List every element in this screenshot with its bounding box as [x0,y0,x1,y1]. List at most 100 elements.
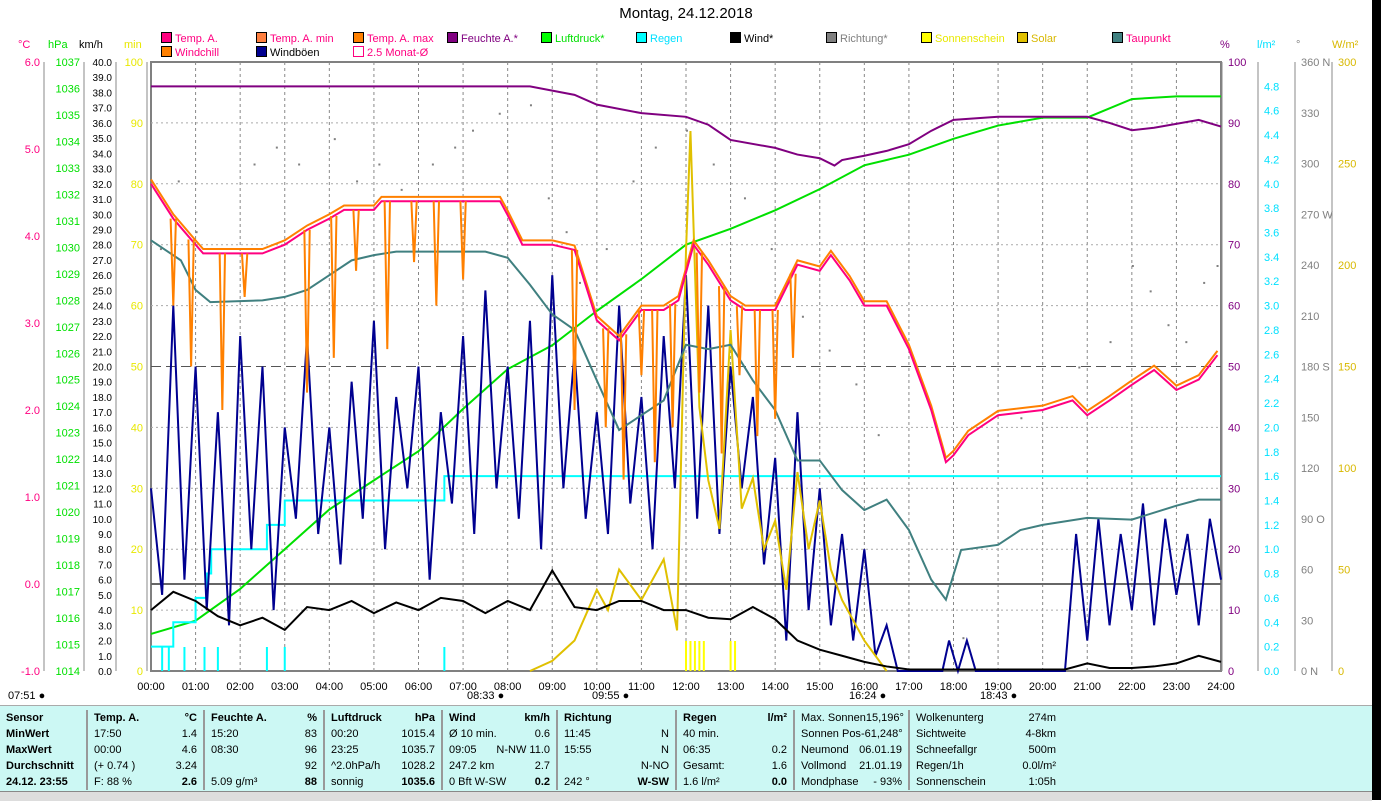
stats-cell: 1035.7 [401,744,435,756]
x-tick-label: 15:00 [806,681,834,693]
stats-cell: 0 Bft W-SW [449,776,507,788]
axis-tick-rain: 2.6 [1264,349,1279,361]
sun-time-label: 08:33 ● [467,690,505,702]
axis-tick-min: 100 [125,57,143,69]
axis-tick-rain: 0.2 [1264,642,1279,654]
stats-row: 00:20 1015.4 [331,726,435,742]
axis-tick-hpa: 1023 [56,428,80,440]
axis-tick-kmh: 7.0 [98,560,112,571]
stats-cell: ^2.0hPa/h [331,760,381,772]
stats-row: 247.2 km 2.7 [449,758,550,774]
stats-cell: 274m [1028,712,1056,724]
stats-row: Neumond 06.01.19 [801,742,902,758]
axis-tick-wm2: 250 [1338,159,1356,171]
axis-tick-deg: 270 W [1301,209,1333,221]
stats-cell: 06.01.19 [859,744,902,756]
axis-tick-rain: 1.6 [1264,471,1279,483]
axis-tick-kmh: 24.0 [93,302,113,313]
stats-cell: Regen [683,712,717,724]
axis-tick-kmh: 6.0 [98,576,112,587]
axis-tick-rain: 4.2 [1264,154,1279,166]
axis-tick-rain: 4.6 [1264,106,1279,118]
axis-tick-hpa: 1022 [56,454,80,466]
axis-tick-pct: 90 [1228,118,1240,130]
axis-tick-kmh: 5.0 [98,591,112,602]
axis-tick-min: 40 [131,422,143,434]
stats-cell: Wolkenunterg [916,712,984,724]
stats-row: Regen l/m² [683,710,787,726]
axis-tick-hpa: 1031 [56,216,80,228]
x-tick-label: 14:00 [761,681,789,693]
stats-cell: 08:30 [211,744,239,756]
direction-point [743,197,746,200]
stats-cell: Gesamt: [683,760,725,772]
axis-tick-kmh: 21.0 [93,347,113,358]
axis-tick-hpa: 1036 [56,83,80,95]
stats-cell: Sonnenschein [916,776,986,788]
axis-tick-kmh: 27.0 [93,256,113,267]
direction-point [1109,341,1112,344]
stats-row: 24.12. 23:55 [6,774,80,790]
axis-tick-kmh: 2.0 [98,637,112,648]
axis-tick-wm2: 50 [1338,565,1350,577]
axis-tick-hpa: 1020 [56,507,80,519]
stats-cell: 06:35 [683,744,711,756]
direction-point [1167,324,1170,327]
axis-tick-kmh: 33.0 [93,165,113,176]
stats-cell: Schneefallgr [916,744,978,756]
stats-row: 06:35 0.2 [683,742,787,758]
axis-tick-hpa: 1017 [56,587,80,599]
stats-cell: N-NW 11.0 [496,744,550,756]
axis-tick-kmh: 32.0 [93,180,113,191]
x-tick-label: 24:00 [1207,681,1235,693]
x-tick-label: 01:00 [182,681,210,693]
stats-cell: °C [184,712,197,724]
axis-tick-kmh: 14.0 [93,454,113,465]
axis-tick-kmh: 31.0 [93,195,113,206]
axis-tick-hpa: 1026 [56,348,80,360]
stats-row: Luftdruck hPa [331,710,435,726]
axis-tick-pct: 30 [1228,483,1240,495]
x-tick-label: 04:00 [316,681,344,693]
axis-tick-rain: 0.6 [1264,593,1279,605]
axis-tick-temp: 2.0 [25,405,40,417]
stats-row: 17:50 1.4 [94,726,197,742]
axis-tick-kmh: 0.0 [98,667,112,678]
stats-cell: 0.6 [534,728,550,740]
stats-row: 92 [211,758,317,774]
stats-cell: Max. Sonnen [801,712,866,724]
axis-tick-kmh: 26.0 [93,271,113,282]
stats-cell: 40 min. [683,728,720,740]
direction-point [1203,281,1206,284]
stats-cell: Ø 10 min. [449,728,497,740]
axis-tick-pct: 60 [1228,301,1240,313]
axis-tick-kmh: 8.0 [98,545,112,556]
stats-section: Luftdruck hPa 00:20 1015.4 23:25 1035.7 ^2.0hP… [325,710,443,790]
stats-cell: N [661,728,669,740]
axis-tick-kmh: 9.0 [98,530,112,541]
axis-tick-wm2: 0 [1338,666,1344,678]
stats-cell: Regen/1h [916,760,964,772]
axis-tick-rain: 3.0 [1264,301,1279,313]
stats-cell: 21.01.19 [859,760,902,772]
x-tick-label: 05:00 [360,681,388,693]
stats-row: (+ 0.74 ) 3.24 [94,758,197,774]
stats-row: 00:00 4.6 [94,742,197,758]
axis-tick-kmh: 22.0 [93,332,113,343]
stats-row: Durchschnitt [6,758,80,774]
stats-cell: 24.12. 23:55 [6,776,68,788]
stats-cell: -61,248° [860,728,903,740]
axis-tick-deg: 0 N [1301,666,1318,678]
stats-panel: Sensor MinWert MaxWert Durchschnitt 24.12. 2… [0,705,1372,792]
sun-time-label: 18:43 ● [980,690,1018,702]
stats-cell: W-SW [637,776,669,788]
direction-point [877,434,880,437]
stats-cell: 4-8km [1025,728,1056,740]
axis-tick-hpa: 1019 [56,534,80,546]
axis-tick-deg: 300 [1301,159,1319,171]
stats-section: Wolkenunterg 274m Sichtweite 4-8km Schneefal… [910,710,1372,790]
x-tick-label: 13:00 [717,681,745,693]
stats-cell: 3.24 [175,760,197,772]
stats-section: Feuchte A.% 15:20 83 08:30 96 92 5.09 g/m³ 88 [205,710,325,790]
axis-tick-wm2: 150 [1338,362,1356,374]
